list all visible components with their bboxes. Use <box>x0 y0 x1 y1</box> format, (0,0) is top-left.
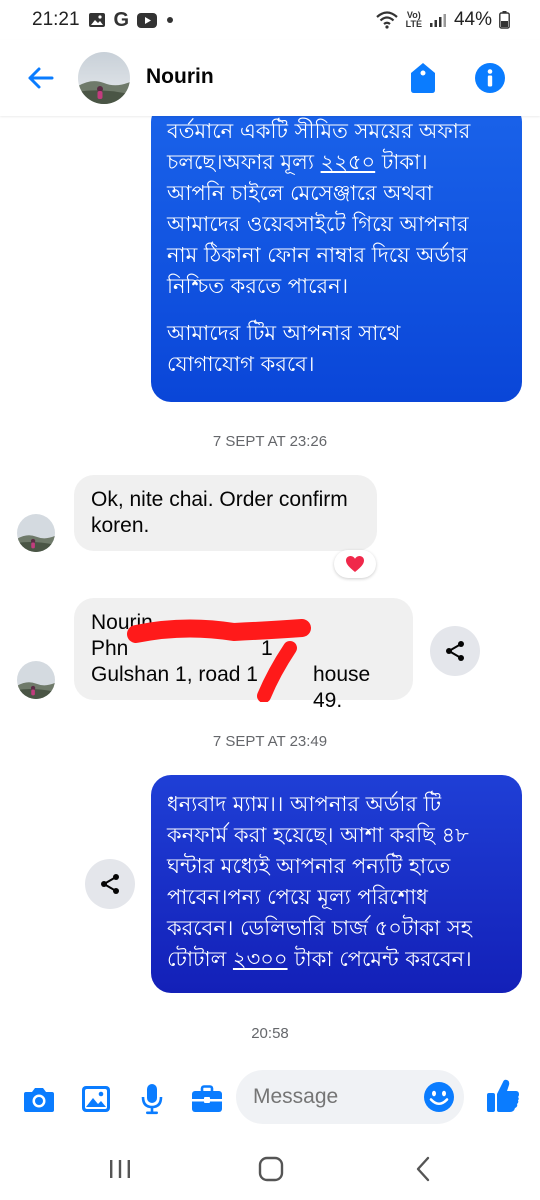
google-notification-icon: G <box>113 8 130 31</box>
youtube-notification-icon <box>137 12 158 28</box>
message-line: চলছে।অফার মূল্য ২২৫০ টাকা। <box>167 147 506 178</box>
message-text: Phn <box>91 637 129 660</box>
message-text: house 49. <box>313 663 371 712</box>
timestamp: 7 SEPT AT 23:49 <box>212 733 328 750</box>
message-line: যোগাযোগ করবে। <box>167 352 315 376</box>
contact-avatar[interactable] <box>78 52 130 104</box>
message-line: বর্তমানে একটি সীমিত সময়ের অফার <box>167 119 471 143</box>
volte-icon: Vo) LTE <box>406 11 422 29</box>
message-line: পাবেন।পন্য পেয়ে মূল্য পরিশোধ <box>167 885 428 909</box>
message-line: নিশ্চিত করতে পারেন। <box>167 274 349 298</box>
message-line: কনফার্ম করা হয়েছে। আশা করছি ৪৮ <box>167 823 469 847</box>
status-left: 21:21 G <box>32 9 175 32</box>
system-navigation-bar <box>0 1138 540 1200</box>
signal-icon <box>429 12 447 28</box>
emoji-icon <box>424 1082 454 1112</box>
outgoing-message[interactable]: বর্তমানে একটি সীমিত সময়ের অফার চলছে।অফা… <box>151 116 522 402</box>
home-button[interactable] <box>256 1154 286 1184</box>
outgoing-message[interactable]: ধন্যবাদ ম্যাম।। আপনার অর্ডার টি কনফার্ম … <box>151 775 522 993</box>
camera-button[interactable] <box>22 1082 56 1116</box>
message-text: টাকা পেমেন্ট করবেন। <box>287 947 472 971</box>
message-line: করবেন। ডেলিভারি চার্জ ৫০টাকা সহ <box>167 916 472 940</box>
message-line: নাম ঠিকানা ফোন নাম্বার দিয়ে অর্ডার <box>167 243 468 267</box>
wifi-icon <box>375 11 399 29</box>
message-line: koren. <box>91 514 150 537</box>
message-line: আমাদের টিম আপনার সাথে <box>167 321 401 345</box>
sender-avatar[interactable] <box>17 661 55 699</box>
chat-thread[interactable]: বর্তমানে একটি সীমিত সময়ের অফার চলছে।অফা… <box>0 116 540 1056</box>
status-right: Vo) LTE 44% <box>375 9 510 31</box>
tag-button[interactable] <box>408 62 438 94</box>
tag-icon <box>411 63 435 93</box>
sender-avatar[interactable] <box>17 514 55 552</box>
system-back-button[interactable] <box>408 1154 438 1184</box>
redaction-scribble <box>127 619 311 702</box>
message-text: চলছে।অফার মূল্য <box>167 150 321 174</box>
price-link[interactable]: ২৩০০ <box>233 947 288 971</box>
heart-reaction[interactable] <box>334 550 376 578</box>
status-bar: 21:21 G Vo) LTE 44% <box>0 0 540 40</box>
battery-percent: 44% <box>453 9 492 30</box>
volte-label-bottom: LTE <box>405 19 422 29</box>
contact-name[interactable]: Nourin <box>146 65 214 89</box>
emoji-button[interactable] <box>423 1081 455 1113</box>
message-line: আপনি চাইলে মেসেঞ্জারে অথবা <box>167 181 433 205</box>
back-button[interactable] <box>24 62 56 94</box>
timestamp: 7 SEPT AT 23:26 <box>212 433 328 450</box>
gallery-button[interactable] <box>79 1082 113 1116</box>
incoming-message[interactable]: Nourin Phn 1 Gulshan 1, road 1 house 49. <box>74 598 413 712</box>
timestamp: 20:58 <box>251 1025 289 1042</box>
message-line: ঘন্টার মধ্যেই আপনার পন্যটি হাতে <box>167 854 451 878</box>
photo-notification-icon <box>88 12 106 28</box>
recent-apps-button[interactable] <box>105 1154 135 1184</box>
back-arrow-icon <box>28 67 54 89</box>
share-icon <box>446 641 464 661</box>
microphone-icon <box>141 1084 163 1115</box>
message-line: টোটাল ২৩০০ টাকা পেমেন্ট করবেন। <box>167 944 506 975</box>
message-text: টোটাল <box>167 947 233 971</box>
message-line: ধন্যবাদ ম্যাম।। আপনার অর্ডার টি <box>167 792 442 816</box>
message-composer <box>0 1058 540 1138</box>
heart-icon <box>346 556 364 572</box>
recent-apps-icon <box>110 1160 130 1178</box>
like-button[interactable] <box>486 1078 520 1114</box>
briefcase-icon <box>192 1085 222 1112</box>
camera-icon <box>24 1088 54 1112</box>
incoming-message[interactable]: Ok, nite chai. Order confirm koren. <box>74 475 377 551</box>
info-icon <box>475 63 505 93</box>
share-button[interactable] <box>85 859 135 909</box>
message-text: টাকা। <box>375 150 428 174</box>
info-button[interactable] <box>474 62 506 94</box>
briefcase-button[interactable] <box>190 1082 224 1116</box>
message-line: আমাদের ওয়েবসাইটে গিয়ে আপনার <box>167 212 469 236</box>
thumbs-up-icon <box>487 1079 519 1112</box>
microphone-button[interactable] <box>135 1082 169 1116</box>
price-link[interactable]: ২২৫০ <box>321 150 376 174</box>
chat-header: Nourin <box>0 40 540 116</box>
battery-icon <box>499 11 510 29</box>
gallery-icon <box>82 1086 110 1112</box>
message-line: Ok, nite chai. Order confirm <box>91 488 348 511</box>
more-notifications-dot-icon <box>165 15 175 25</box>
share-icon <box>101 874 119 894</box>
home-icon <box>258 1156 284 1182</box>
status-time: 21:21 <box>32 9 80 30</box>
back-icon <box>416 1156 430 1182</box>
share-button[interactable] <box>430 626 480 676</box>
